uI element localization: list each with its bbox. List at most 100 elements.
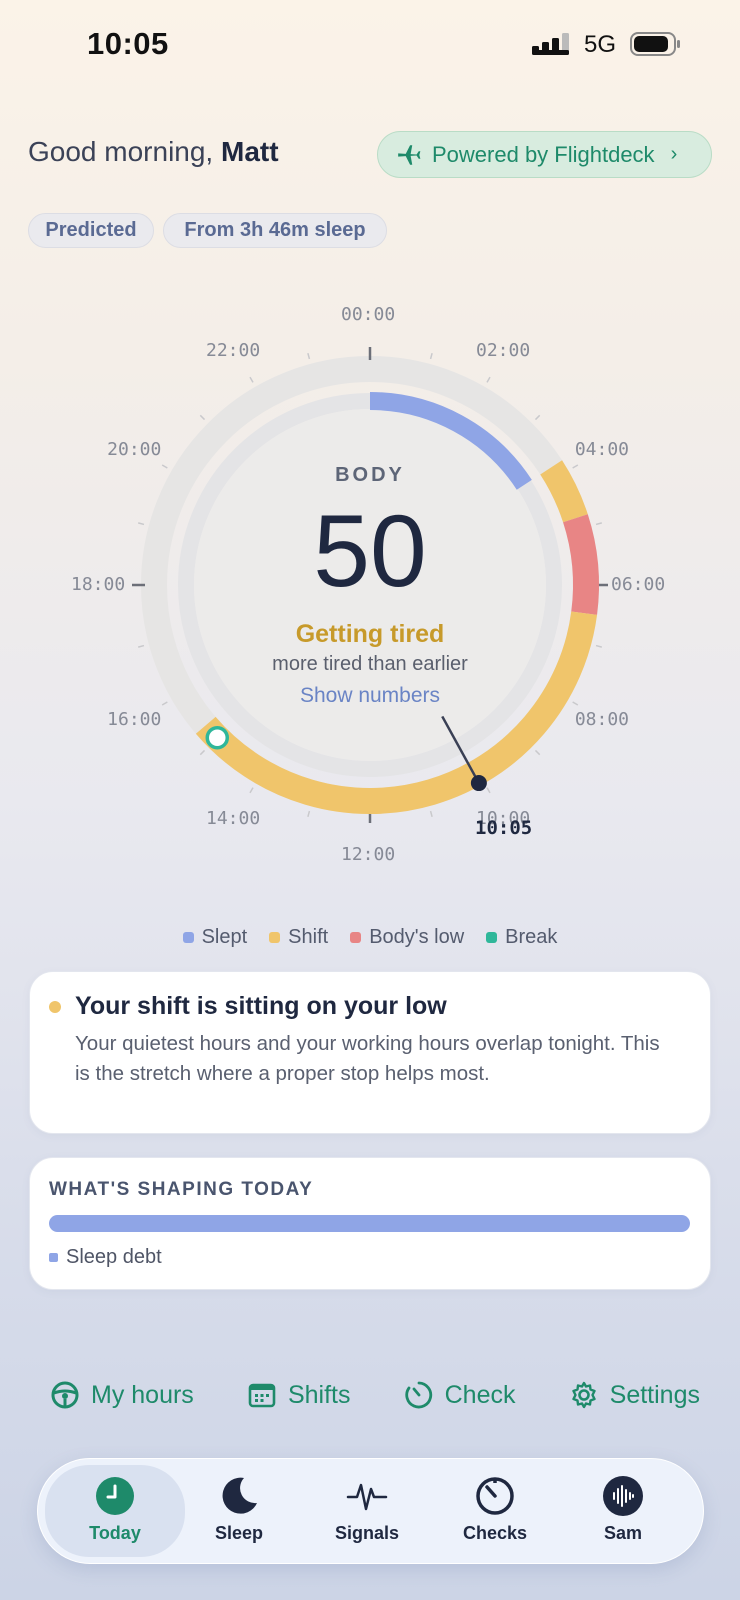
break-marker — [205, 725, 230, 750]
gear-icon — [571, 1381, 596, 1409]
hour-label: 02:00 — [476, 340, 531, 362]
moon-icon — [218, 1475, 260, 1517]
shifts-label: Shifts — [287, 1380, 351, 1409]
powered-label: Powered by Flightdeck — [432, 141, 655, 167]
hour-tick — [161, 701, 168, 706]
steering-wheel-icon — [51, 1381, 79, 1409]
greeting: Good morning, Matt — [28, 136, 279, 168]
my-hours-label: My hours — [91, 1380, 194, 1409]
slept-swatch — [182, 932, 194, 943]
shift-segment — [540, 460, 588, 523]
network-type: 5G — [584, 31, 617, 58]
hour-label: 22:00 — [206, 340, 261, 362]
gauge-icon — [474, 1475, 516, 1517]
hour-tick — [137, 522, 145, 526]
signal-icon — [532, 33, 569, 55]
hour-tick — [595, 644, 603, 648]
legend-label: Break — [505, 926, 558, 948]
legend-item-shift: Shift — [269, 926, 328, 949]
show-numbers-link[interactable]: Show numbers — [220, 684, 520, 708]
legend-label: Shift — [288, 926, 329, 948]
current-time-label: 10:05 — [475, 817, 533, 839]
user-name: Matt — [221, 136, 279, 167]
hour-tick — [486, 787, 491, 794]
shaping-card[interactable]: WHAT'S SHAPING TODAY Sleep debt — [29, 1157, 711, 1290]
hour-tick — [534, 749, 541, 756]
hour-tick — [199, 414, 206, 421]
tab-bar: Today Sleep Signals Checks Sam — [37, 1458, 704, 1564]
hour-label: 00:00 — [341, 304, 396, 325]
hour-label: 14:00 — [206, 807, 261, 829]
hour-tick — [572, 464, 579, 469]
sleep-debt-swatch — [49, 1253, 58, 1262]
tab-label: Sleep — [214, 1523, 264, 1543]
tab-label: Sam — [603, 1523, 643, 1543]
dial-legend: Slept Shift Body's low Break — [0, 926, 740, 949]
hour-tick — [199, 749, 206, 756]
alert-dot — [49, 1001, 61, 1013]
body-score: 50 — [313, 494, 427, 608]
shift-swatch — [269, 932, 281, 943]
legend-item-low: Body's low — [350, 926, 464, 949]
my-hours-button[interactable]: My hours — [50, 1380, 194, 1410]
check-label: Check — [444, 1380, 516, 1409]
alert-text: Your quietest hours and your working hou… — [75, 1032, 660, 1085]
hour-label: 18:00 — [71, 574, 126, 595]
tab-sam[interactable]: Sam — [558, 1465, 688, 1557]
low-segment — [562, 514, 599, 615]
battery-icon — [630, 32, 680, 56]
chevron-right-icon: › — [670, 143, 678, 165]
quick-actions: My hours Shifts Check Settings — [50, 1380, 700, 1410]
sleep-debt-label: Sleep debt — [66, 1246, 162, 1268]
hour-label: 20:00 — [107, 439, 162, 460]
tab-today[interactable]: Today — [45, 1465, 185, 1557]
hour-tick — [534, 414, 541, 421]
hour-tick — [429, 810, 433, 818]
shaping-legend: Sleep debt — [49, 1246, 162, 1269]
plane-icon — [398, 144, 421, 165]
clock-icon — [94, 1475, 136, 1517]
calendar-icon — [248, 1383, 276, 1408]
tab-label: Checks — [462, 1523, 528, 1543]
hour-label: 08:00 — [574, 709, 629, 730]
hour-tick — [429, 352, 433, 360]
hour-label: 16:00 — [107, 709, 162, 730]
hour-label: 04:00 — [574, 439, 629, 460]
tab-signals[interactable]: Signals — [302, 1465, 432, 1557]
legend-item-slept: Slept — [182, 926, 248, 949]
status-time: 10:05 — [87, 26, 169, 61]
sleep-duration-chip: From 3h 46m sleep — [163, 213, 387, 248]
hour-label: 06:00 — [611, 574, 666, 595]
predicted-chip: Predicted — [28, 213, 154, 248]
tab-label: Signals — [334, 1523, 400, 1543]
shaping-bar — [49, 1215, 690, 1232]
pulse-icon — [346, 1475, 388, 1517]
settings-label: Settings — [609, 1380, 700, 1409]
tab-sleep[interactable]: Sleep — [174, 1465, 304, 1557]
tab-checks[interactable]: Checks — [430, 1465, 560, 1557]
voice-wave-icon — [602, 1475, 644, 1517]
powered-by-button[interactable]: Powered by Flightdeck › — [377, 131, 712, 178]
status-bar: 10:05 5G — [0, 0, 740, 90]
hour-tick — [307, 352, 311, 360]
low-swatch — [350, 932, 362, 943]
tab-label: Today — [89, 1523, 141, 1543]
hour-tick — [486, 376, 491, 383]
hour-tick — [137, 644, 145, 648]
legend-label: Body's low — [369, 926, 465, 948]
settings-button[interactable]: Settings — [569, 1380, 700, 1410]
hour-label: 12:00 — [341, 844, 396, 865]
hour-tick — [572, 701, 579, 706]
timer-icon — [405, 1381, 432, 1409]
current-time-dot — [470, 775, 487, 792]
hour-tick — [307, 810, 311, 818]
hour-tick — [249, 376, 254, 383]
hour-tick — [595, 522, 603, 526]
legend-label: Slept — [201, 926, 248, 948]
body-label: BODY — [335, 464, 405, 486]
hour-tick — [161, 464, 168, 469]
shifts-button[interactable]: Shifts — [247, 1380, 351, 1410]
check-button[interactable]: Check — [404, 1380, 516, 1410]
alert-card[interactable]: Your shift is sitting on your low Your q… — [29, 971, 711, 1134]
hour-tick — [249, 787, 254, 794]
